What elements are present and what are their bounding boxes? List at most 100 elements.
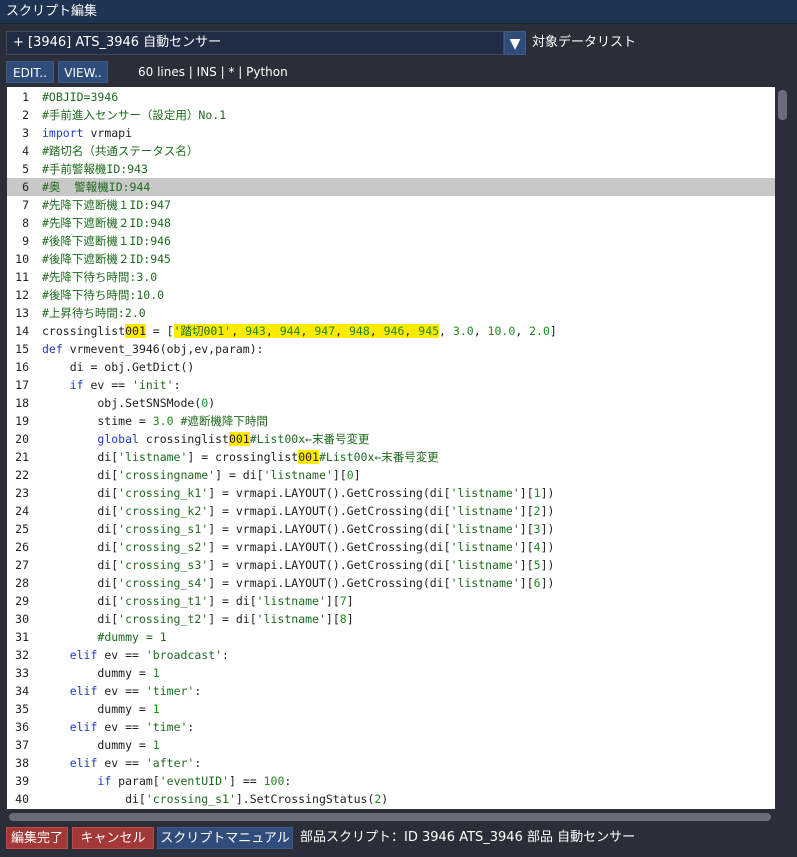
- code-text[interactable]: di = obj.GetDict(): [42, 358, 195, 376]
- code-line[interactable]: 1 #OBJID=3946: [7, 88, 775, 106]
- code-line[interactable]: 36 elif ev == 'time':: [7, 718, 775, 736]
- code-line[interactable]: 8 #先降下遮断機２ID:948: [7, 214, 775, 232]
- code-text[interactable]: di['listname'] = crossinglist001#List00x…: [42, 448, 439, 466]
- code-text[interactable]: #手前警報機ID:943: [42, 160, 148, 178]
- code-line[interactable]: 18 obj.SetSNSMode(0): [7, 394, 775, 412]
- code-line[interactable]: 16 di = obj.GetDict(): [7, 358, 775, 376]
- code-text[interactable]: di['crossing_s4'] = vrmapi.LAYOUT().GetC…: [42, 574, 554, 592]
- code-line[interactable]: 30 di['crossing_t2'] = di['listname'][8]: [7, 610, 775, 628]
- code-line[interactable]: 31 #dummy = 1: [7, 628, 775, 646]
- code-text[interactable]: dummy = 1: [42, 664, 159, 682]
- vertical-scrollbar-thumb[interactable]: [778, 90, 787, 120]
- code-text[interactable]: #先降下遮断機１ID:947: [42, 196, 171, 214]
- code-line[interactable]: 10 #後降下遮断機２ID:945: [7, 250, 775, 268]
- window-title: スクリプト編集: [0, 0, 797, 24]
- code-text[interactable]: obj.SetSNSMode(0): [42, 394, 215, 412]
- code-line[interactable]: 33 dummy = 1: [7, 664, 775, 682]
- code-line[interactable]: 20 global crossinglist001#List00x←末番号変更: [7, 430, 775, 448]
- code-line[interactable]: 3 import vrmapi: [7, 124, 775, 142]
- code-line[interactable]: 9 #後降下遮断機１ID:946: [7, 232, 775, 250]
- code-line[interactable]: 13 #上昇待ち時間:2.0: [7, 304, 775, 322]
- code-text[interactable]: if ev == 'init':: [42, 376, 181, 394]
- code-editor[interactable]: 1 #OBJID=3946 2 #手前進入センサー（設定用）No.1 3 import v…: [7, 87, 775, 809]
- line-number: 24: [15, 504, 29, 518]
- code-line[interactable]: 38 elif ev == 'after':: [7, 754, 775, 772]
- code-text[interactable]: di['crossing_t1'] = di['listname'][7]: [42, 592, 353, 610]
- code-line[interactable]: 34 elif ev == 'timer':: [7, 682, 775, 700]
- target-select[interactable]: + [3946] ATS_3946 自動センサー: [6, 31, 504, 55]
- code-line[interactable]: 15 def vrmevent_3946(obj,ev,param):: [7, 340, 775, 358]
- code-line[interactable]: 6 #奥 警報機ID:944: [7, 178, 775, 196]
- code-line[interactable]: 2 #手前進入センサー（設定用）No.1: [7, 106, 775, 124]
- code-line[interactable]: 39 if param['eventUID'] == 100:: [7, 772, 775, 790]
- code-text[interactable]: dummy = 1: [42, 736, 159, 754]
- line-number: 16: [15, 360, 29, 374]
- code-line[interactable]: 17 if ev == 'init':: [7, 376, 775, 394]
- code-text[interactable]: stime = 3.0 #遮断機降下時間: [42, 412, 268, 430]
- horizontal-scrollbar-thumb[interactable]: [9, 813, 771, 821]
- code-line[interactable]: 11 #先降下待ち時間:3.0: [7, 268, 775, 286]
- edit-menu-button[interactable]: EDIT..: [6, 61, 54, 83]
- code-line[interactable]: 12 #後降下待ち時間:10.0: [7, 286, 775, 304]
- code-text[interactable]: global crossinglist001#List00x←末番号変更: [42, 430, 370, 448]
- code-text[interactable]: #後降下遮断機２ID:945: [42, 250, 171, 268]
- code-line[interactable]: 4 #踏切名（共通ステータス名）: [7, 142, 775, 160]
- code-line[interactable]: 22 di['crossingname'] = di['listname'][0…: [7, 466, 775, 484]
- code-text[interactable]: elif ev == 'time':: [42, 718, 195, 736]
- code-text[interactable]: di['crossing_s1'].SetCrossingStatus(2): [42, 790, 388, 808]
- code-line[interactable]: 26 di['crossing_s2'] = vrmapi.LAYOUT().G…: [7, 538, 775, 556]
- code-text[interactable]: import vrmapi: [42, 124, 132, 142]
- vertical-scrollbar-track[interactable]: [776, 87, 789, 809]
- line-number: 13: [15, 306, 29, 320]
- code-line[interactable]: 28 di['crossing_s4'] = vrmapi.LAYOUT().G…: [7, 574, 775, 592]
- code-line[interactable]: 5 #手前警報機ID:943: [7, 160, 775, 178]
- code-text[interactable]: #OBJID=3946: [42, 88, 118, 106]
- code-text[interactable]: elif ev == 'broadcast':: [42, 646, 229, 664]
- code-text[interactable]: #奥 警報機ID:944: [42, 178, 150, 196]
- code-line[interactable]: 40 di['crossing_s1'].SetCrossingStatus(2…: [7, 790, 775, 808]
- script-manual-button[interactable]: スクリプトマニュアル: [157, 827, 293, 849]
- code-text[interactable]: elif ev == 'timer':: [42, 682, 202, 700]
- code-line[interactable]: 27 di['crossing_s3'] = vrmapi.LAYOUT().G…: [7, 556, 775, 574]
- code-line[interactable]: 35 dummy = 1: [7, 700, 775, 718]
- code-text[interactable]: di['crossing_s1'] = vrmapi.LAYOUT().GetC…: [42, 520, 554, 538]
- code-text[interactable]: def vrmevent_3946(obj,ev,param):: [42, 340, 264, 358]
- code-line[interactable]: 23 di['crossing_k1'] = vrmapi.LAYOUT().G…: [7, 484, 775, 502]
- code-text[interactable]: crossinglist001 = ['踏切001', 943, 944, 94…: [42, 322, 557, 340]
- code-text[interactable]: di['crossing_k2'] = vrmapi.LAYOUT().GetC…: [42, 502, 554, 520]
- line-number: 39: [15, 774, 29, 788]
- code-line[interactable]: 37 dummy = 1: [7, 736, 775, 754]
- code-text[interactable]: di['crossing_s3'] = vrmapi.LAYOUT().GetC…: [42, 556, 554, 574]
- code-line[interactable]: 25 di['crossing_s1'] = vrmapi.LAYOUT().G…: [7, 520, 775, 538]
- cancel-button[interactable]: キャンセル: [72, 827, 154, 849]
- code-text[interactable]: #手前進入センサー（設定用）No.1: [42, 106, 226, 124]
- code-text[interactable]: #先降下遮断機２ID:948: [42, 214, 171, 232]
- chevron-down-icon[interactable]: ▼: [504, 31, 526, 55]
- code-text[interactable]: #dummy = 1: [42, 628, 166, 646]
- view-menu-button[interactable]: VIEW..: [58, 61, 108, 83]
- code-text[interactable]: if param['eventUID'] == 100:: [42, 772, 291, 790]
- code-text[interactable]: di['crossingname'] = di['listname'][0]: [42, 466, 360, 484]
- code-text[interactable]: #踏切名（共通ステータス名）: [42, 142, 198, 160]
- line-number: 18: [15, 396, 29, 410]
- code-line[interactable]: 24 di['crossing_k2'] = vrmapi.LAYOUT().G…: [7, 502, 775, 520]
- code-text[interactable]: di['crossing_t2'] = di['listname'][8]: [42, 610, 353, 628]
- code-text[interactable]: #先降下待ち時間:3.0: [42, 268, 157, 286]
- code-text[interactable]: di['crossing_k1'] = vrmapi.LAYOUT().GetC…: [42, 484, 554, 502]
- line-number: 8: [22, 216, 29, 230]
- code-line[interactable]: 21 di['listname'] = crossinglist001#List…: [7, 448, 775, 466]
- code-line[interactable]: 14 crossinglist001 = ['踏切001', 943, 944, …: [7, 322, 775, 340]
- code-text[interactable]: elif ev == 'after':: [42, 754, 202, 772]
- code-line[interactable]: 7 #先降下遮断機１ID:947: [7, 196, 775, 214]
- line-number: 11: [15, 270, 29, 284]
- code-text[interactable]: #上昇待ち時間:2.0: [42, 304, 146, 322]
- footer-bar: 編集完了 キャンセル スクリプトマニュアル 部品スクリプト：ID 3946 AT…: [6, 827, 792, 849]
- code-text[interactable]: di['crossing_s2'] = vrmapi.LAYOUT().GetC…: [42, 538, 554, 556]
- finish-edit-button[interactable]: 編集完了: [6, 827, 68, 849]
- code-text[interactable]: #後降下待ち時間:10.0: [42, 286, 164, 304]
- code-text[interactable]: dummy = 1: [42, 700, 159, 718]
- code-line[interactable]: 19 stime = 3.0 #遮断機降下時間: [7, 412, 775, 430]
- code-text[interactable]: #後降下遮断機１ID:946: [42, 232, 171, 250]
- code-line[interactable]: 29 di['crossing_t1'] = di['listname'][7]: [7, 592, 775, 610]
- code-line[interactable]: 32 elif ev == 'broadcast':: [7, 646, 775, 664]
